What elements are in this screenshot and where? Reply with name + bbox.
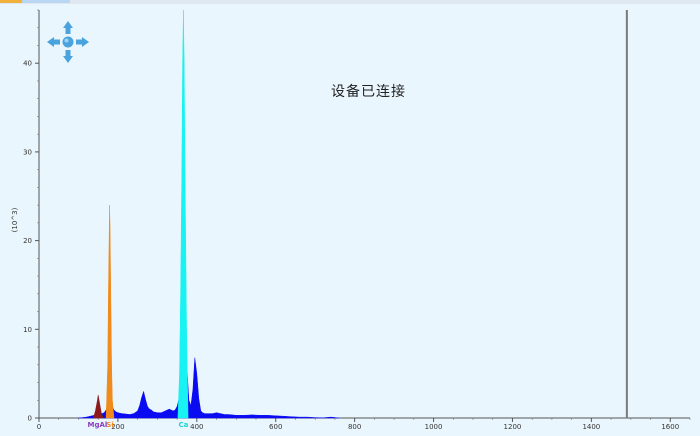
- arrow-left-icon[interactable]: [47, 37, 60, 47]
- si-peak: [105, 205, 115, 419]
- series-layer: [78, 9, 628, 419]
- arrow-up-icon[interactable]: [63, 21, 73, 34]
- spectrum-area: [78, 341, 339, 419]
- y-tick-label: 30: [23, 148, 32, 156]
- arrow-down-icon[interactable]: [63, 50, 73, 63]
- axes: 0 200 400 600 800 1000 1200 1400 1600010203040: [23, 9, 691, 431]
- nav-pad[interactable]: [46, 20, 90, 64]
- center-dot-icon[interactable]: [62, 36, 74, 48]
- spectrum-chart[interactable]: 0 200 400 600 800 1000 1200 1400 1600010203040 M…: [0, 4, 700, 436]
- element-label-ca: Ca: [178, 421, 188, 429]
- ca-peak: [177, 9, 189, 419]
- app-window: 0 200 400 600 800 1000 1200 1400 1600 0 10 20 30 40 M…: [0, 0, 700, 436]
- y-axis-label: (10^3): [11, 207, 19, 232]
- y-tick-label: 0: [28, 415, 32, 423]
- connection-status: 设备已连接: [331, 84, 406, 100]
- x-tick-label: 1200: [504, 423, 522, 431]
- x-tick-label: 800: [348, 423, 361, 431]
- x-tick-label: 0: [37, 423, 41, 431]
- element-label-si: Si: [106, 421, 113, 429]
- y-tick-label: 40: [23, 60, 32, 68]
- x-tick-label: 1400: [582, 423, 600, 431]
- arrow-right-icon[interactable]: [76, 37, 89, 47]
- x-tick-label: 400: [190, 423, 203, 431]
- x-tick-label: 1000: [425, 423, 443, 431]
- y-tick-label: 10: [23, 326, 32, 334]
- y-tick-label: 20: [23, 237, 32, 245]
- mgal-peak: [93, 394, 104, 419]
- labels-layer: MgAl Si Ca: [87, 421, 188, 429]
- element-label-mgal: MgAl: [87, 421, 107, 429]
- x-tick-label: 600: [269, 423, 282, 431]
- tab-secondary[interactable]: [22, 0, 70, 3]
- x-tick-label: 1600: [661, 423, 679, 431]
- tab-active[interactable]: [0, 0, 22, 3]
